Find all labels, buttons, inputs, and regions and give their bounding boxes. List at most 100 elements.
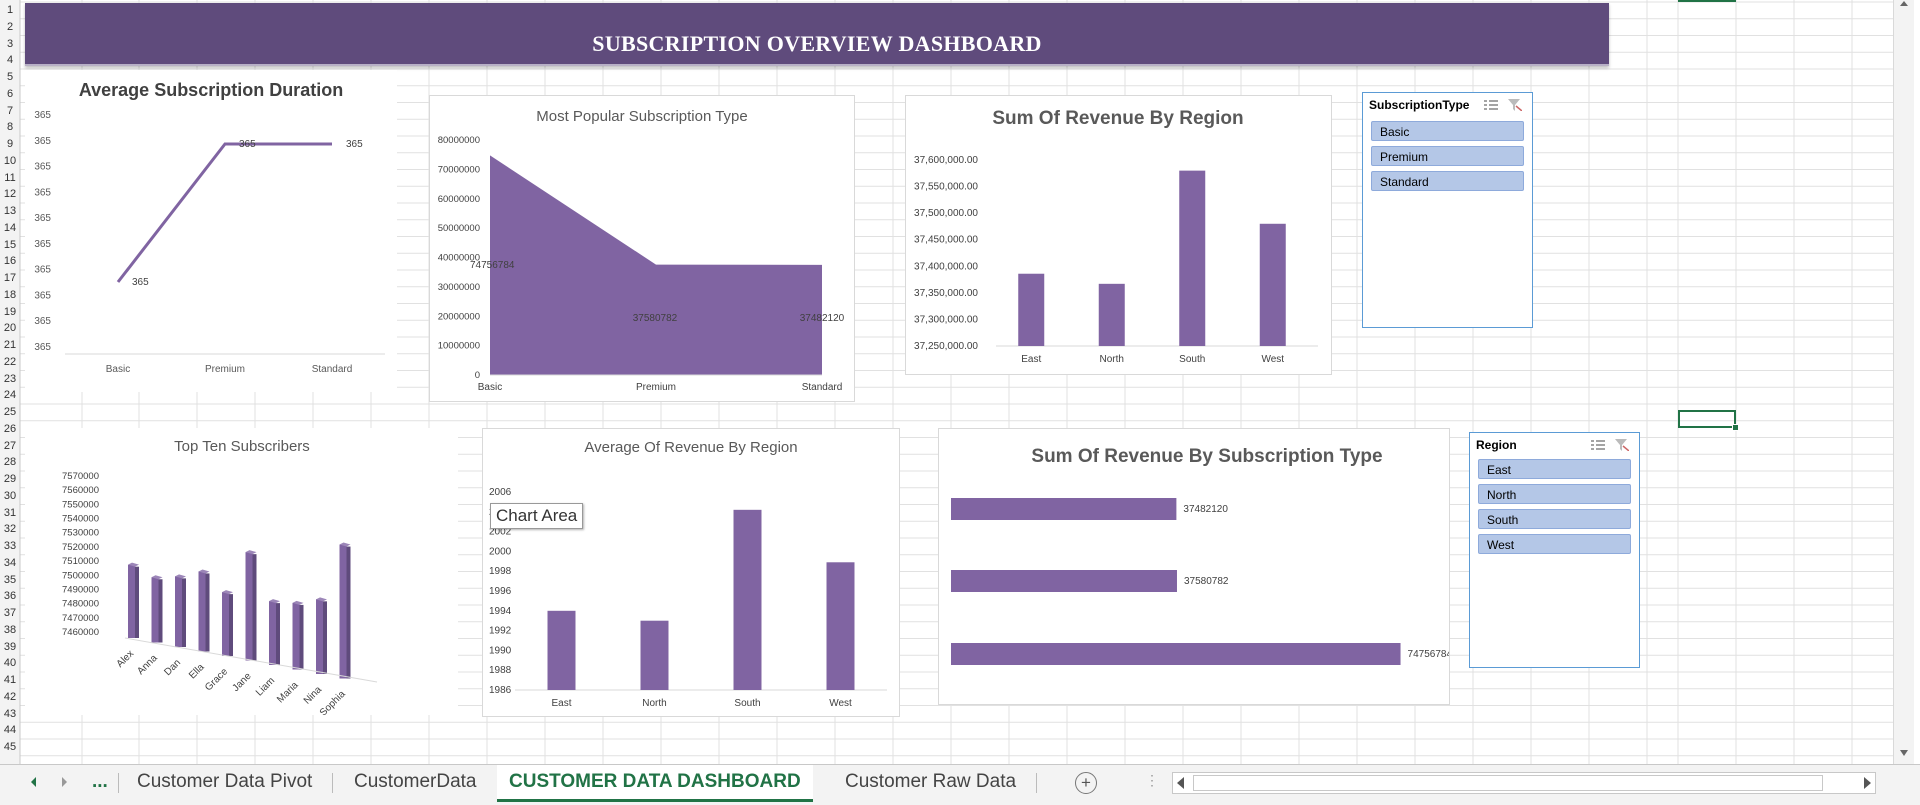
selected-cell[interactable]	[1678, 410, 1736, 428]
y-tick-label: 7520000	[62, 542, 99, 553]
row-number[interactable]: 14	[0, 222, 20, 234]
chart-sum-revenue-by-region[interactable]: Sum Of Revenue By Region 37,600,000.00 37,…	[905, 95, 1332, 375]
tab-customer-data-dashboard[interactable]: CUSTOMER DATA DASHBOARD	[497, 765, 813, 802]
row-number[interactable]: 23	[0, 373, 20, 385]
splitter-dots-icon[interactable]: ⋮	[1145, 772, 1159, 789]
y-tick-label: 7460000	[62, 627, 99, 638]
row-number[interactable]: 35	[0, 574, 20, 586]
row-number[interactable]: 34	[0, 557, 20, 569]
row-number[interactable]: 40	[0, 657, 20, 669]
row-number[interactable]: 10	[0, 155, 20, 167]
row-number[interactable]: 42	[0, 691, 20, 703]
clear-filter-icon[interactable]	[1615, 438, 1630, 456]
x-tick-label: Basic	[106, 364, 130, 375]
row-number[interactable]: 6	[0, 88, 20, 100]
x-tick-label: North	[642, 698, 666, 709]
add-sheet-icon[interactable]: +	[1075, 772, 1097, 794]
row-number[interactable]: 39	[0, 641, 20, 653]
data-label: 37482120	[1183, 504, 1228, 515]
y-tick-label: 7500000	[62, 570, 99, 581]
fill-handle[interactable]	[1732, 424, 1739, 431]
row-number[interactable]: 1	[0, 4, 20, 16]
horizontal-scrollbar[interactable]	[1172, 772, 1876, 794]
row-number[interactable]: 27	[0, 440, 20, 452]
bar	[292, 602, 300, 670]
y-tick-label: 365	[34, 265, 51, 276]
slicer-region[interactable]: Region East North South West	[1469, 432, 1640, 668]
vertical-scrollbar[interactable]	[1893, 0, 1914, 768]
hscroll-thumb[interactable]	[1193, 775, 1823, 791]
data-label: 37482120	[800, 313, 845, 324]
row-number[interactable]: 9	[0, 138, 20, 150]
row-number[interactable]: 2	[0, 21, 20, 33]
tab-more[interactable]: ...	[92, 765, 108, 799]
y-tick-label: 0	[475, 370, 480, 381]
row-number[interactable]: 31	[0, 507, 20, 519]
chart-top-ten-subscribers[interactable]: Top Ten Subscribers 7570000 7560000 7550000…	[25, 428, 458, 715]
tab-customer-data-pivot[interactable]: Customer Data Pivot	[137, 765, 312, 799]
slicer-item-basic[interactable]: Basic	[1371, 121, 1524, 141]
bar	[547, 610, 576, 690]
row-number[interactable]: 21	[0, 339, 20, 351]
row-number[interactable]: 5	[0, 71, 20, 83]
slicer-item-east[interactable]: East	[1478, 459, 1631, 479]
bar	[151, 577, 159, 643]
row-number[interactable]: 45	[0, 741, 20, 753]
row-number[interactable]: 12	[0, 188, 20, 200]
sheet-tab-bar[interactable]: ... Customer Data Pivot CustomerData CUS…	[0, 764, 1920, 805]
chart-sum-revenue-by-subscription-type[interactable]: Sum Of Revenue By Subscription Type 37482…	[938, 428, 1450, 705]
slicer-subscription-type[interactable]: SubscriptionType Basic Premium Standard	[1362, 92, 1533, 328]
row-number[interactable]: 24	[0, 389, 20, 401]
y-tick-label: 1996	[489, 586, 512, 597]
slicer-item-west[interactable]: West	[1478, 534, 1631, 554]
row-number[interactable]: 3	[0, 38, 20, 50]
hscroll-right-icon[interactable]	[1864, 777, 1871, 789]
row-number[interactable]: 20	[0, 322, 20, 334]
row-number[interactable]: 28	[0, 456, 20, 468]
slicer-item-north[interactable]: North	[1478, 484, 1631, 504]
row-number[interactable]: 38	[0, 624, 20, 636]
tab-customer-raw-data[interactable]: Customer Raw Data	[845, 765, 1016, 799]
row-number[interactable]: 25	[0, 406, 20, 418]
y-tick-label: 1994	[489, 606, 512, 617]
slicer-item-south[interactable]: South	[1478, 509, 1631, 529]
row-number[interactable]: 26	[0, 423, 20, 435]
y-tick-label: 70000000	[438, 164, 480, 175]
row-number[interactable]: 13	[0, 205, 20, 217]
row-number[interactable]: 29	[0, 473, 20, 485]
row-number[interactable]: 7	[0, 105, 20, 117]
data-label: 74756784	[1408, 649, 1449, 660]
row-number[interactable]: 18	[0, 289, 20, 301]
chart-most-popular-subscription-type[interactable]: Most Popular Subscription Type 80000000 70…	[429, 95, 855, 402]
y-tick-label: 37,350,000.00	[914, 288, 978, 299]
hscroll-left-icon[interactable]	[1177, 777, 1184, 789]
row-number[interactable]: 19	[0, 306, 20, 318]
slicer-item-premium[interactable]: Premium	[1371, 146, 1524, 166]
multi-select-icon[interactable]	[1591, 438, 1605, 456]
row-number[interactable]: 33	[0, 540, 20, 552]
tab-customerdata[interactable]: CustomerData	[354, 765, 477, 799]
row-number[interactable]: 37	[0, 607, 20, 619]
y-tick-label: 365	[34, 213, 51, 224]
row-number[interactable]: 4	[0, 54, 20, 66]
row-number[interactable]: 30	[0, 490, 20, 502]
row-number[interactable]: 36	[0, 590, 20, 602]
slicer-item-standard[interactable]: Standard	[1371, 171, 1524, 191]
clear-filter-icon[interactable]	[1508, 98, 1523, 116]
row-number[interactable]: 32	[0, 523, 20, 535]
chart-average-revenue-by-region[interactable]: Average Of Revenue By Region200620042002…	[482, 428, 900, 717]
dashboard-title-banner[interactable]: SUBSCRIPTION OVERVIEW DASHBOARD	[25, 3, 1609, 66]
row-number[interactable]: 16	[0, 255, 20, 267]
row-number[interactable]: 44	[0, 724, 20, 736]
row-number[interactable]: 43	[0, 708, 20, 720]
bar	[269, 601, 276, 665]
row-number[interactable]: 17	[0, 272, 20, 284]
multi-select-icon[interactable]	[1484, 98, 1498, 116]
row-number[interactable]: 8	[0, 121, 20, 133]
row-number[interactable]: 41	[0, 674, 20, 686]
chart-title: Average Of Revenue By Region	[584, 439, 797, 456]
row-number[interactable]: 15	[0, 239, 20, 251]
row-number[interactable]: 22	[0, 356, 20, 368]
row-number[interactable]: 11	[0, 172, 20, 184]
chart-average-subscription-duration[interactable]: Average Subscription Duration 365 365 365 36…	[25, 70, 397, 392]
